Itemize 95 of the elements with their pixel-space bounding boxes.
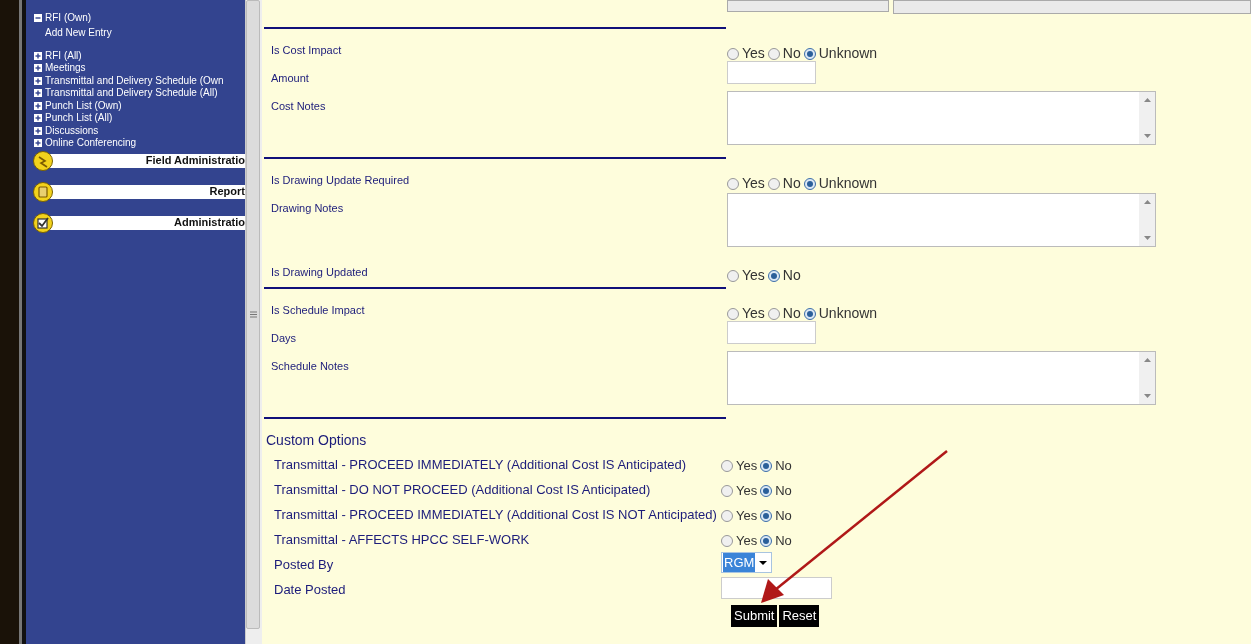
notes-field[interactable] bbox=[727, 91, 1156, 145]
option-label: Transmittal - PROCEED IMMEDIATELY (Additional Cost IS NOT Anticipated) bbox=[274, 507, 717, 522]
collapse-icon[interactable] bbox=[34, 14, 42, 23]
scroll-down-icon[interactable] bbox=[1143, 134, 1151, 138]
lightning-icon bbox=[33, 150, 53, 171]
radio-button[interactable] bbox=[721, 509, 733, 522]
nav-item[interactable]: Discussions bbox=[45, 125, 99, 136]
radio-button[interactable] bbox=[767, 307, 780, 320]
radio-button[interactable] bbox=[721, 459, 733, 472]
radio-button[interactable] bbox=[767, 177, 780, 190]
radio-button[interactable] bbox=[803, 307, 816, 320]
nav-item[interactable]: Transmittal and Delivery Schedule (Own bbox=[45, 75, 224, 86]
radio-button[interactable] bbox=[760, 459, 773, 472]
field-label: Is Schedule Impact bbox=[271, 304, 365, 316]
nav-item[interactable]: Punch List (All) bbox=[45, 113, 113, 124]
field-label: Amount bbox=[271, 72, 309, 84]
expand-icon[interactable] bbox=[34, 139, 42, 148]
scroll-up-icon[interactable] bbox=[1143, 98, 1151, 102]
radio-label: No bbox=[782, 174, 801, 193]
input-field[interactable] bbox=[727, 61, 816, 84]
radio-label: Yes bbox=[736, 482, 758, 500]
expand-icon[interactable] bbox=[34, 126, 42, 135]
horizontal-scrollbar[interactable] bbox=[893, 0, 1251, 14]
radio-label: Yes bbox=[742, 44, 765, 63]
field-label: Is Drawing Update Required bbox=[271, 174, 410, 186]
input-field[interactable] bbox=[727, 321, 816, 344]
grip-icon bbox=[249, 311, 257, 318]
scroll-down-icon[interactable] bbox=[1143, 394, 1151, 398]
option-label: Date Posted bbox=[274, 582, 346, 597]
radio-label: No bbox=[775, 457, 792, 475]
field-label: Is Cost Impact bbox=[271, 44, 342, 56]
expand-icon[interactable] bbox=[34, 64, 42, 73]
radio-label: No bbox=[775, 532, 792, 550]
radio-button[interactable] bbox=[767, 269, 780, 282]
radio-label: No bbox=[775, 482, 792, 500]
radio-button[interactable] bbox=[727, 307, 739, 320]
radio-button[interactable] bbox=[803, 177, 816, 190]
radio-label: Yes bbox=[742, 304, 765, 323]
field-label: Is Drawing Updated bbox=[271, 266, 368, 278]
option-label: Transmittal - AFFECTS HPCC SELF-WORK bbox=[274, 532, 530, 547]
nav-subitem[interactable]: Add New Entry bbox=[45, 26, 245, 38]
radio-label: Yes bbox=[736, 457, 758, 475]
notes-field[interactable] bbox=[727, 351, 1156, 405]
scroll-down-icon[interactable] bbox=[1143, 236, 1151, 240]
scroll-up-icon[interactable] bbox=[1143, 200, 1151, 204]
nav-item[interactable]: RFI (Own) bbox=[45, 13, 92, 24]
radio-button[interactable] bbox=[721, 534, 733, 547]
reset-button[interactable]: Reset bbox=[779, 605, 820, 627]
nav-item[interactable]: Transmittal and Delivery Schedule (All) bbox=[45, 88, 218, 99]
radio-label: No bbox=[782, 304, 801, 323]
scroll-up-icon[interactable] bbox=[1143, 358, 1151, 362]
option-label: Transmittal - PROCEED IMMEDIATELY (Additional Cost IS Anticipated) bbox=[274, 457, 687, 472]
radio-label: Unknown bbox=[818, 174, 878, 193]
dropdown-caret-icon bbox=[759, 560, 768, 565]
notes-field[interactable] bbox=[727, 193, 1156, 247]
radio-label: Unknown bbox=[818, 44, 878, 63]
section-title: Custom Options bbox=[265, 431, 368, 450]
radio-label: Yes bbox=[742, 174, 765, 193]
radio-button[interactable] bbox=[760, 509, 773, 522]
posted-by-select[interactable]: RGM bbox=[721, 552, 773, 573]
nav-item[interactable]: RFI (All) bbox=[45, 50, 82, 61]
radio-button[interactable] bbox=[760, 484, 773, 497]
option-label: Transmittal - DO NOT PROCEED (Additional Cost IS Anticipated) bbox=[274, 482, 651, 497]
option-label: Posted By bbox=[274, 557, 334, 572]
submit-button[interactable]: Submit bbox=[731, 605, 778, 627]
nav-item[interactable]: Meetings bbox=[45, 63, 86, 74]
radio-label: Yes bbox=[736, 507, 758, 525]
expand-icon[interactable] bbox=[34, 114, 42, 123]
field-label: Schedule Notes bbox=[271, 360, 349, 372]
document-icon bbox=[33, 181, 53, 202]
radio-button[interactable] bbox=[721, 484, 733, 497]
vertical-scrollbar[interactable] bbox=[245, 0, 262, 644]
radio-label: Yes bbox=[742, 266, 765, 285]
radio-label: No bbox=[782, 266, 801, 285]
expand-icon[interactable] bbox=[34, 89, 42, 98]
radio-label: No bbox=[782, 44, 801, 63]
radio-label: Unknown bbox=[818, 304, 878, 323]
expand-icon[interactable] bbox=[34, 51, 42, 60]
field-label: Cost Notes bbox=[271, 100, 326, 112]
radio-button[interactable] bbox=[727, 47, 739, 60]
radio-label: No bbox=[775, 507, 792, 525]
radio-button[interactable] bbox=[767, 47, 780, 60]
nav-item[interactable]: Punch List (Own) bbox=[45, 100, 122, 111]
expand-icon[interactable] bbox=[34, 101, 42, 110]
nav-item[interactable]: Online Conferencing bbox=[45, 138, 137, 149]
radio-button[interactable] bbox=[727, 177, 739, 190]
radio-label: Yes bbox=[736, 532, 758, 550]
checkbox-icon bbox=[33, 212, 53, 233]
radio-button[interactable] bbox=[760, 534, 773, 547]
radio-button[interactable] bbox=[727, 269, 739, 282]
field-label: Days bbox=[271, 332, 297, 344]
expand-icon[interactable] bbox=[34, 76, 42, 85]
radio-button[interactable] bbox=[803, 47, 816, 60]
field-label: Drawing Notes bbox=[271, 202, 344, 214]
horizontal-scrollbar[interactable] bbox=[727, 0, 889, 12]
